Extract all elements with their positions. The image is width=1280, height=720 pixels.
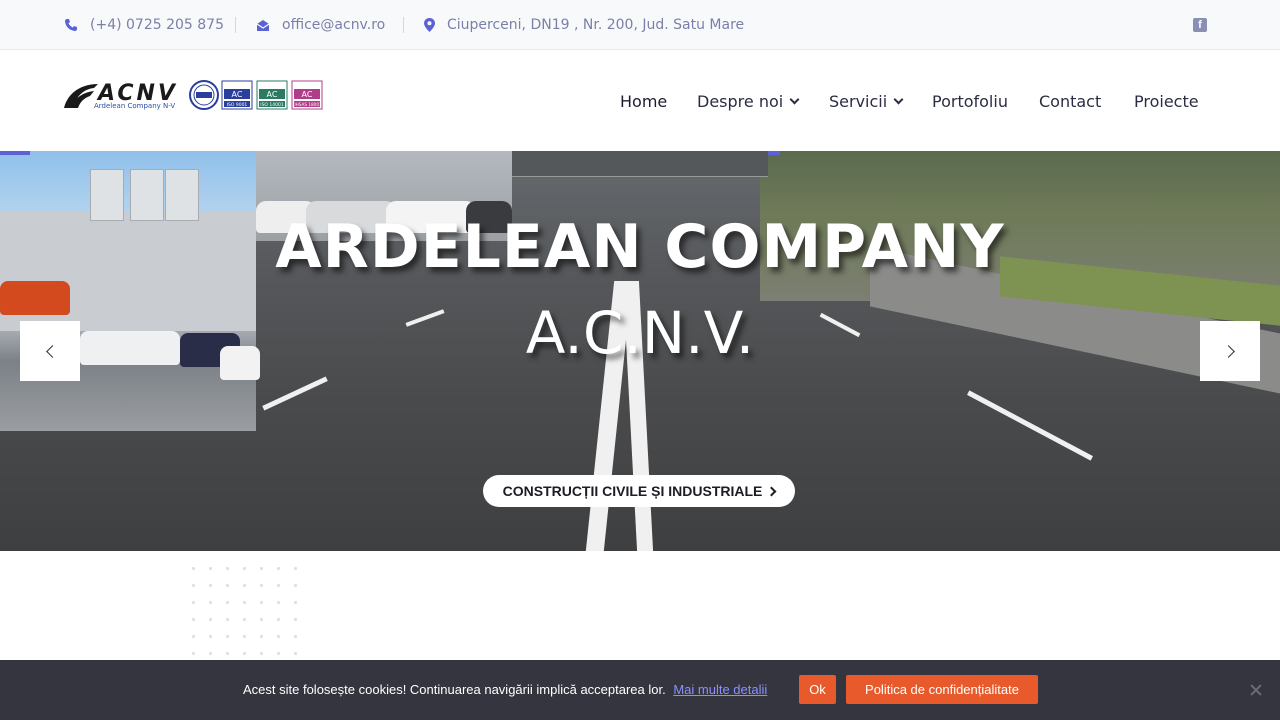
phone-number: (+4) 0725 205 875 bbox=[90, 17, 224, 33]
cookie-more-link[interactable]: Mai multe detalii bbox=[673, 682, 767, 697]
divider bbox=[403, 17, 404, 33]
nav-item-portofoliu[interactable]: Portofoliu bbox=[932, 51, 1008, 151]
map-pin-icon bbox=[424, 18, 435, 32]
cert-mark: AC bbox=[302, 90, 313, 99]
nav-label: Servicii bbox=[829, 91, 888, 111]
chevron-down-icon bbox=[893, 94, 904, 104]
site-header: ACNV Ardelean Company N-V AC ISO 9001 AC… bbox=[0, 51, 1280, 151]
nav-label: Contact bbox=[1039, 91, 1102, 111]
divider bbox=[235, 17, 236, 33]
nav-item-contact[interactable]: Contact bbox=[1039, 51, 1101, 151]
cert-ohsas18001: OHSAS 18001 bbox=[292, 102, 322, 107]
ok-label: Ok bbox=[809, 682, 826, 697]
slider-prev-button[interactable] bbox=[20, 321, 80, 381]
cert-iso14001: ISO 14001 bbox=[260, 102, 284, 108]
email-address: office@acnv.ro bbox=[282, 17, 386, 33]
hero-thumb-road bbox=[512, 151, 768, 177]
envelope-icon bbox=[256, 19, 270, 31]
nav-item-servicii[interactable]: Servicii bbox=[829, 51, 904, 151]
hero-thumb-building bbox=[0, 151, 260, 431]
chevron-right-icon bbox=[1221, 344, 1235, 358]
facebook-icon[interactable]: f bbox=[1193, 18, 1207, 32]
hero-slider: ARDELEAN COMPANY A.C.N.V. CONSTRUCȚII CI… bbox=[0, 151, 1280, 551]
cookie-text: Acest site folosește cookies! Continuare… bbox=[243, 682, 666, 697]
hero-title: ARDELEAN COMPANY bbox=[275, 212, 1005, 282]
decorative-dot-pattern bbox=[185, 560, 305, 660]
cookie-message: Acest site folosește cookies! Continuare… bbox=[243, 682, 767, 697]
privacy-policy-button[interactable]: Politica de confidențialitate bbox=[846, 675, 1038, 704]
nav-label: Despre noi bbox=[697, 91, 784, 111]
cert-mark: AC bbox=[267, 90, 278, 99]
slider-next-button[interactable] bbox=[1200, 321, 1260, 381]
hero-accent bbox=[0, 151, 30, 155]
policy-label: Politica de confidențialitate bbox=[865, 682, 1019, 697]
hero-accent bbox=[768, 151, 780, 155]
nav-item-home[interactable]: Home bbox=[620, 51, 667, 151]
nav-item-proiecte[interactable]: Proiecte bbox=[1134, 51, 1199, 151]
cta-label: CONSTRUCȚII CIVILE ȘI INDUSTRIALE bbox=[502, 483, 763, 499]
logo-tagline: Ardelean Company N-V bbox=[94, 102, 175, 110]
email-contact[interactable]: office@acnv.ro bbox=[256, 0, 385, 50]
top-bar: (+4) 0725 205 875 office@acnv.ro Ciuperc… bbox=[0, 0, 1280, 50]
close-icon[interactable] bbox=[1249, 683, 1263, 697]
cookie-banner: Acest site folosește cookies! Continuare… bbox=[0, 660, 1280, 720]
chevron-down-icon bbox=[789, 94, 800, 104]
chevron-left-icon bbox=[45, 344, 59, 358]
chevron-right-icon bbox=[766, 486, 777, 496]
nav-item-despre-noi[interactable]: Despre noi bbox=[697, 51, 800, 151]
phone-contact[interactable]: (+4) 0725 205 875 bbox=[64, 0, 224, 50]
phone-icon bbox=[65, 19, 77, 31]
address-text: Ciuperceni, DN19 , Nr. 200, Jud. Satu Ma… bbox=[447, 17, 745, 33]
nav-label: Home bbox=[620, 91, 668, 111]
address-contact[interactable]: Ciuperceni, DN19 , Nr. 200, Jud. Satu Ma… bbox=[424, 0, 744, 50]
nav-label: Proiecte bbox=[1134, 91, 1199, 111]
hero-subtitle: A.C.N.V. bbox=[525, 299, 755, 367]
cookie-ok-button[interactable]: Ok bbox=[799, 675, 836, 704]
cert-iso9001: ISO 9001 bbox=[227, 102, 248, 108]
hero-cta-button[interactable]: CONSTRUCȚII CIVILE ȘI INDUSTRIALE bbox=[483, 475, 795, 507]
site-logo[interactable]: ACNV Ardelean Company N-V AC ISO 9001 AC… bbox=[64, 80, 326, 112]
cert-mark: AC bbox=[232, 90, 243, 99]
nav-label: Portofoliu bbox=[932, 91, 1008, 111]
